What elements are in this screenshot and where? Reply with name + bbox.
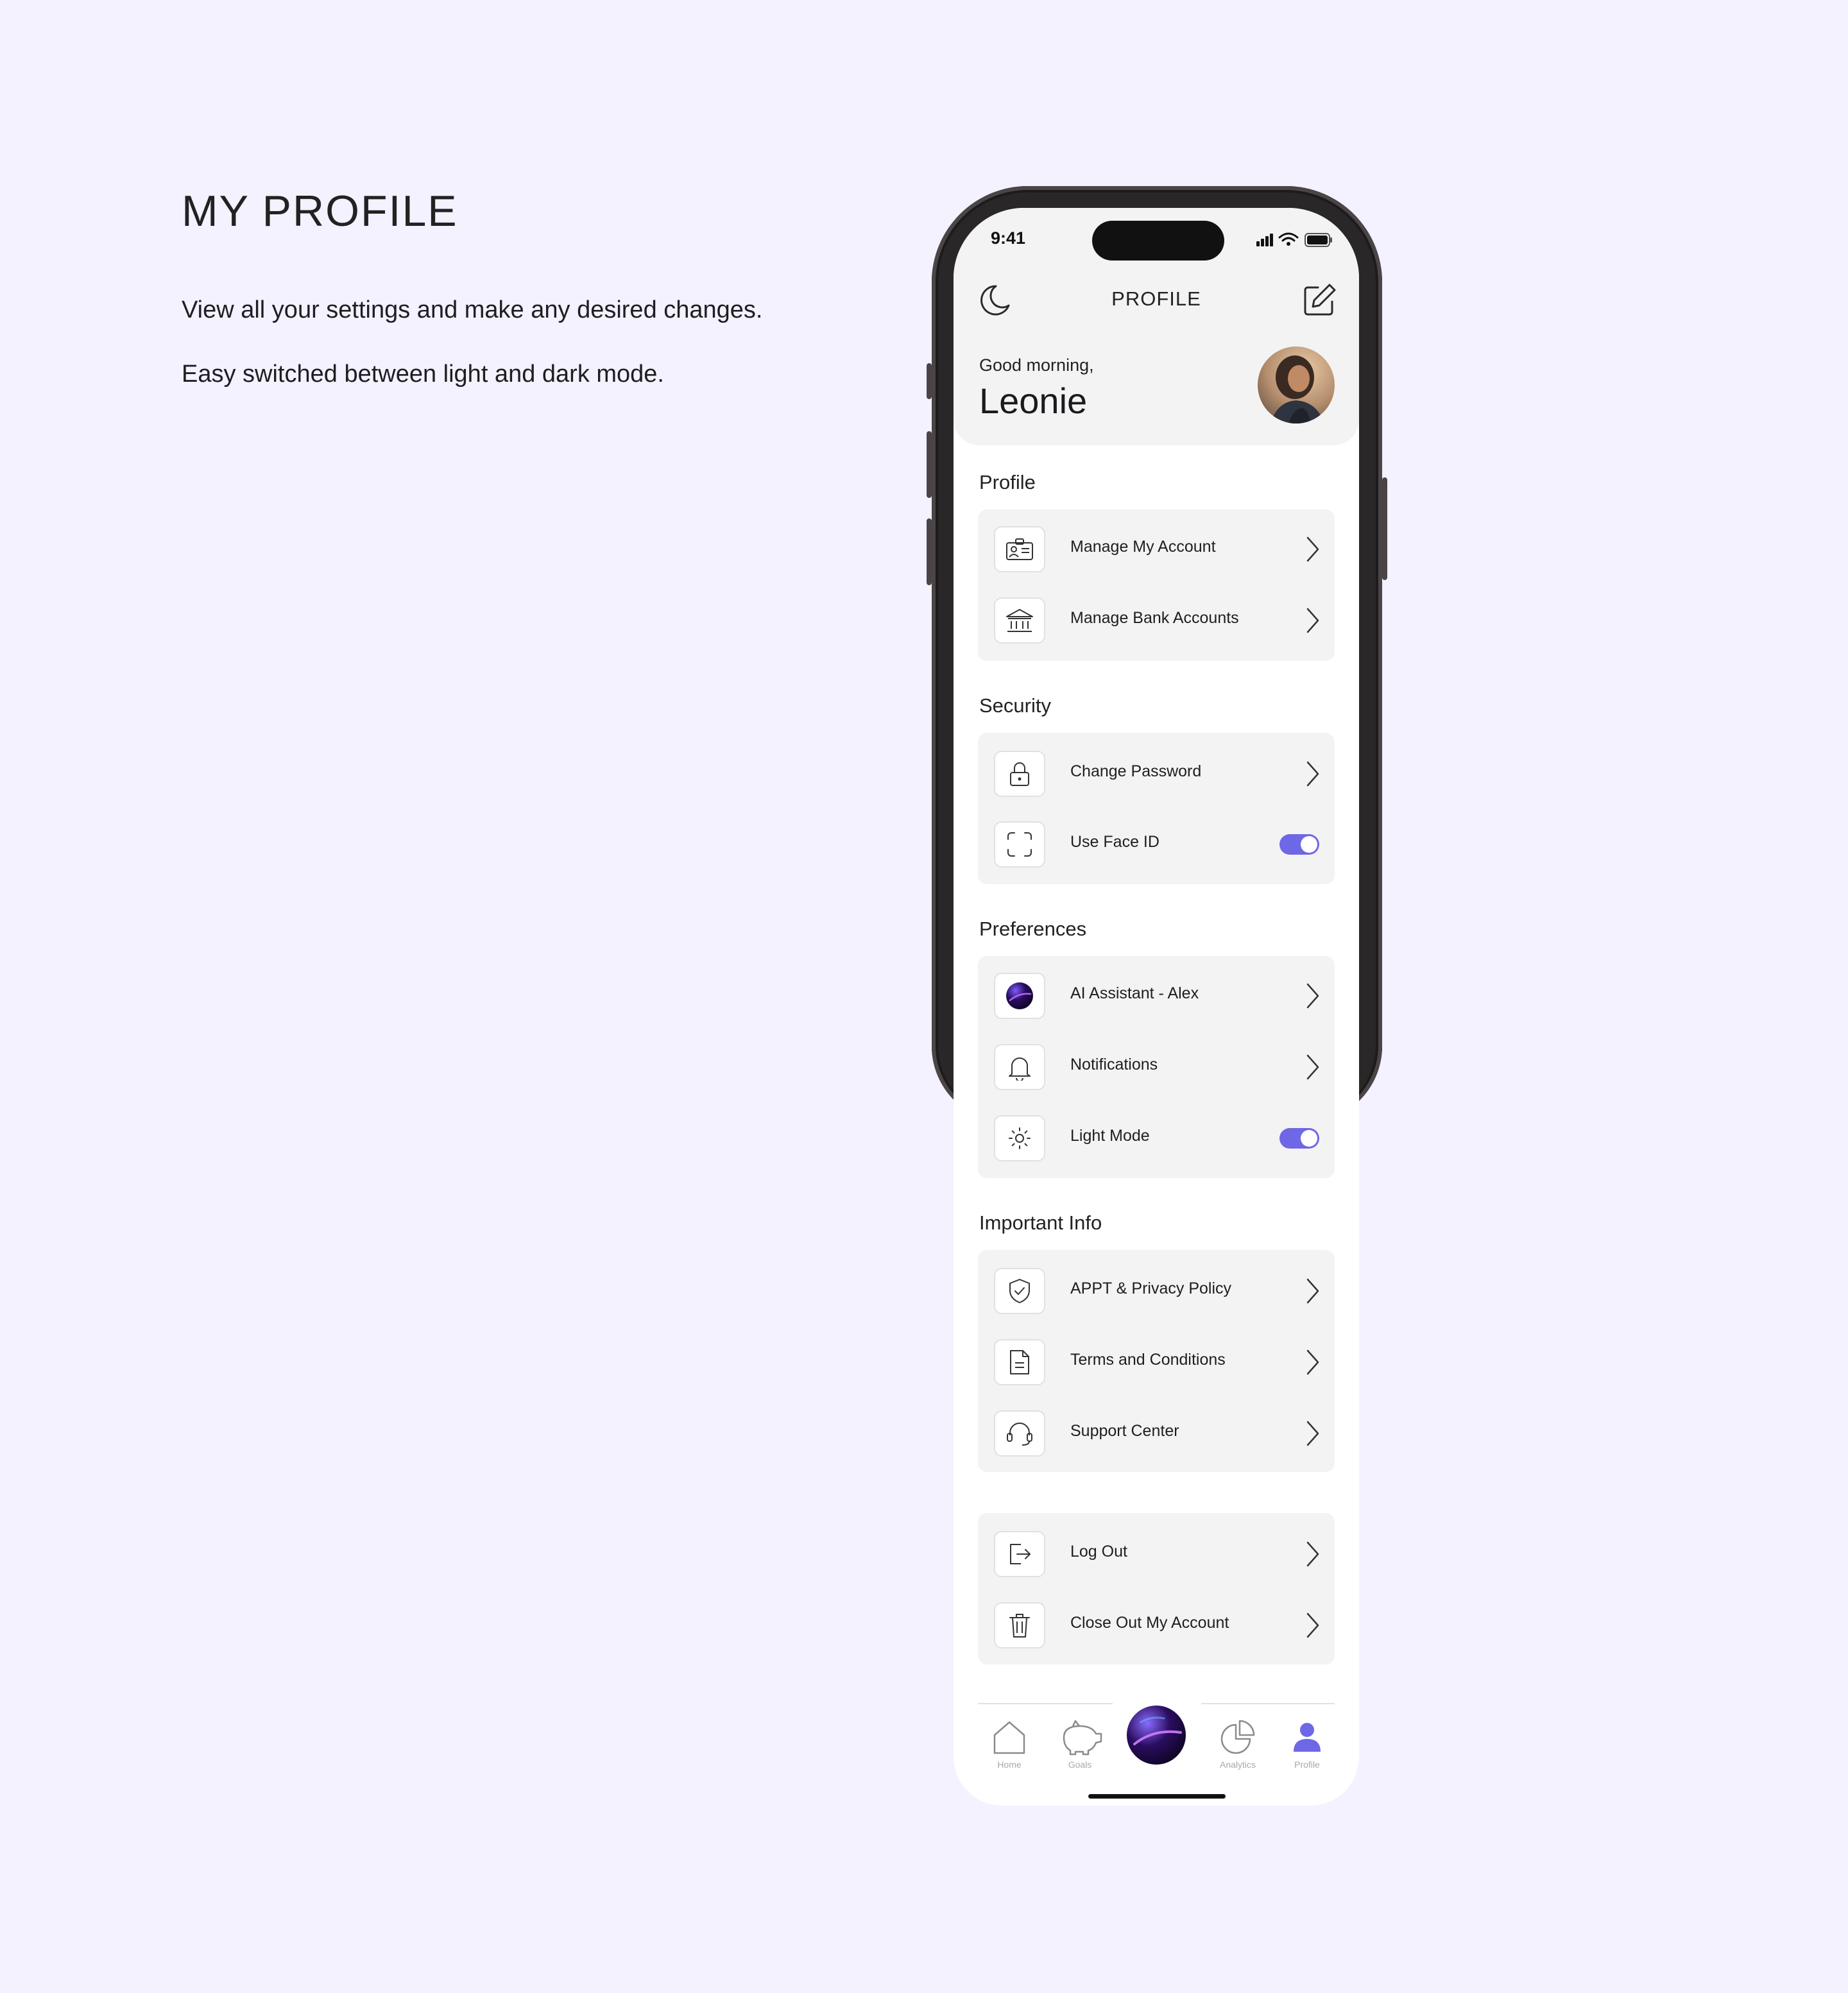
row-label: AI Assistant - Alex [1070, 984, 1199, 1002]
trash-icon [1009, 1614, 1030, 1638]
status-icons [1256, 232, 1332, 247]
pie-chart-icon [1220, 1720, 1255, 1754]
row-change-password[interactable]: Change Password [978, 740, 1335, 805]
row-label: Manage Bank Accounts [1070, 609, 1239, 627]
row-label: Terms and Conditions [1070, 1351, 1226, 1369]
tab-bar-divider [1201, 1703, 1335, 1704]
shield-check-icon [1009, 1279, 1030, 1303]
page-title: MY PROFILE [182, 187, 458, 235]
profile-header: 9:41 PROFILE Good morning, Leonie [954, 208, 1359, 445]
chevron-right-icon [1306, 1541, 1319, 1567]
card-preferences: AI Assistant - Alex Notifications Light … [978, 956, 1335, 1178]
face-id-toggle[interactable] [1279, 834, 1319, 855]
card-security: Change Password Use Face ID [978, 733, 1335, 884]
edit-icon[interactable] [1301, 282, 1337, 318]
status-time: 9:41 [991, 228, 1026, 248]
row-ai-assistant[interactable]: AI Assistant - Alex [978, 962, 1335, 1027]
greeting-text: Good morning, [979, 355, 1094, 375]
phone-screen: 9:41 PROFILE Good morning, Leonie Profil… [954, 208, 1359, 1806]
row-support-center[interactable]: Support Center [978, 1400, 1335, 1464]
battery-icon [1305, 233, 1332, 247]
volume-up-button [927, 431, 932, 498]
signal-icon [1256, 234, 1273, 246]
row-label: Light Mode [1070, 1127, 1150, 1145]
tab-label: Goals [1068, 1759, 1092, 1770]
tab-label: Analytics [1219, 1759, 1256, 1770]
home-indicator [1088, 1794, 1226, 1799]
row-light-mode[interactable]: Light Mode [978, 1105, 1335, 1169]
id-card-icon [1006, 538, 1033, 560]
document-icon [1010, 1350, 1029, 1374]
section-title-preferences: Preferences [979, 918, 1087, 940]
tab-goals[interactable]: Goals [1051, 1717, 1109, 1775]
row-label: APPT & Privacy Policy [1070, 1279, 1232, 1297]
row-use-face-id[interactable]: Use Face ID [978, 811, 1335, 875]
chevron-right-icon [1306, 1349, 1319, 1375]
row-label: Log Out [1070, 1543, 1127, 1561]
description-line-2: Easy switched between light and dark mod… [182, 361, 664, 388]
row-label: Support Center [1070, 1422, 1179, 1440]
chevron-right-icon [1306, 536, 1319, 562]
card-important-info: APPT & Privacy Policy Terms and Conditio… [978, 1250, 1335, 1472]
row-label: Use Face ID [1070, 833, 1159, 851]
wifi-icon [1278, 232, 1299, 242]
chevron-right-icon [1306, 1612, 1319, 1638]
light-mode-toggle[interactable] [1279, 1128, 1319, 1149]
row-manage-bank-accounts[interactable]: Manage Bank Accounts [978, 587, 1335, 651]
power-button [1382, 477, 1387, 580]
dynamic-island [1092, 221, 1224, 261]
chevron-right-icon [1306, 1278, 1319, 1304]
user-icon [1294, 1723, 1321, 1752]
ai-orb-icon[interactable] [1125, 1704, 1187, 1766]
description-line-1: View all your settings and make any desi… [182, 296, 763, 323]
tab-profile[interactable]: Profile [1278, 1717, 1336, 1775]
piggy-bank-icon [1063, 1720, 1102, 1756]
chevron-right-icon [1306, 1054, 1319, 1080]
chevron-right-icon [1306, 608, 1319, 633]
ai-orb-icon [1006, 982, 1033, 1009]
section-title-security: Security [979, 694, 1051, 717]
face-id-icon [1007, 832, 1032, 857]
card-profile: Manage My Account Manage Bank Accounts [978, 509, 1335, 661]
lock-icon [1010, 762, 1029, 786]
row-label: Close Out My Account [1070, 1614, 1229, 1632]
section-title-profile: Profile [979, 471, 1036, 493]
row-close-account[interactable]: Close Out My Account [978, 1592, 1335, 1656]
tab-analytics[interactable]: Analytics [1209, 1717, 1267, 1775]
logout-icon [1010, 1544, 1031, 1564]
chevron-right-icon [1306, 1421, 1319, 1446]
card-account-actions: Log Out Close Out My Account [978, 1513, 1335, 1664]
row-label: Manage My Account [1070, 538, 1216, 556]
bell-icon [1009, 1057, 1031, 1081]
tab-label: Profile [1294, 1759, 1320, 1770]
headset-icon [1007, 1423, 1032, 1446]
chevron-right-icon [1306, 983, 1319, 1009]
bank-icon [1006, 609, 1033, 632]
avatar[interactable] [1258, 346, 1335, 423]
tab-home[interactable]: Home [980, 1717, 1038, 1775]
section-title-important-info: Important Info [979, 1211, 1102, 1234]
row-manage-my-account[interactable]: Manage My Account [978, 516, 1335, 580]
home-icon [993, 1721, 1025, 1754]
tab-bar-divider [978, 1703, 1113, 1704]
tab-label: Home [997, 1759, 1022, 1770]
user-name: Leonie [979, 381, 1088, 421]
row-terms-and-conditions[interactable]: Terms and Conditions [978, 1329, 1335, 1393]
volume-down-button [927, 518, 932, 585]
row-label: Notifications [1070, 1056, 1158, 1073]
sun-icon [1009, 1127, 1031, 1149]
silent-switch [927, 363, 932, 399]
row-label: Change Password [1070, 762, 1202, 780]
row-notifications[interactable]: Notifications [978, 1034, 1335, 1098]
row-log-out[interactable]: Log Out [978, 1521, 1335, 1585]
nav-title: PROFILE [1111, 287, 1201, 310]
chevron-right-icon [1306, 761, 1319, 787]
row-privacy-policy[interactable]: APPT & Privacy Policy [978, 1258, 1335, 1322]
